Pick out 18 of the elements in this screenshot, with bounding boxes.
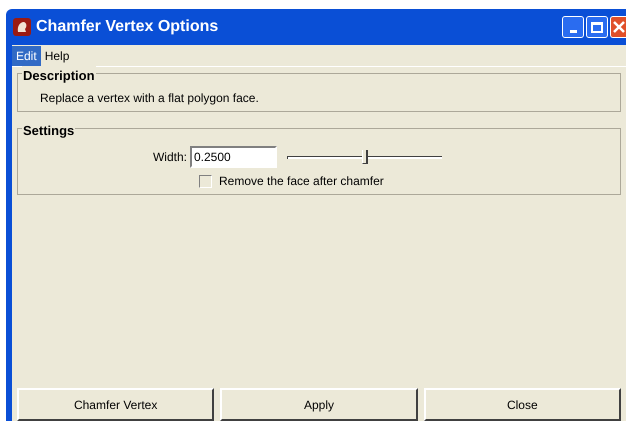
group-title: Description — [22, 66, 96, 86]
dialog-button[interactable]: Chamfer Vertex — [17, 388, 214, 421]
width-field[interactable]: 0.2500 — [190, 146, 277, 168]
window-title: Chamfer Vertex Options — [36, 17, 218, 37]
close-button[interactable] — [610, 16, 626, 38]
app-icon — [13, 18, 31, 36]
maximize-button[interactable] — [586, 16, 608, 38]
minimize-button[interactable] — [562, 16, 584, 38]
checkbox[interactable] — [199, 174, 212, 188]
menu-item[interactable]: Edit — [12, 46, 41, 66]
width-slider[interactable] — [287, 149, 442, 165]
description-text: Replace a vertex with a flat polygon face. — [40, 90, 260, 106]
checkbox-label[interactable]: Remove the face after chamfer — [219, 172, 384, 190]
menu-item[interactable]: Help — [40, 46, 74, 66]
field-label: Width: — [152, 149, 188, 166]
slider-thumb[interactable] — [362, 150, 368, 164]
dialog-button[interactable]: Close — [424, 388, 621, 421]
dialog-button[interactable]: Apply — [220, 388, 418, 421]
